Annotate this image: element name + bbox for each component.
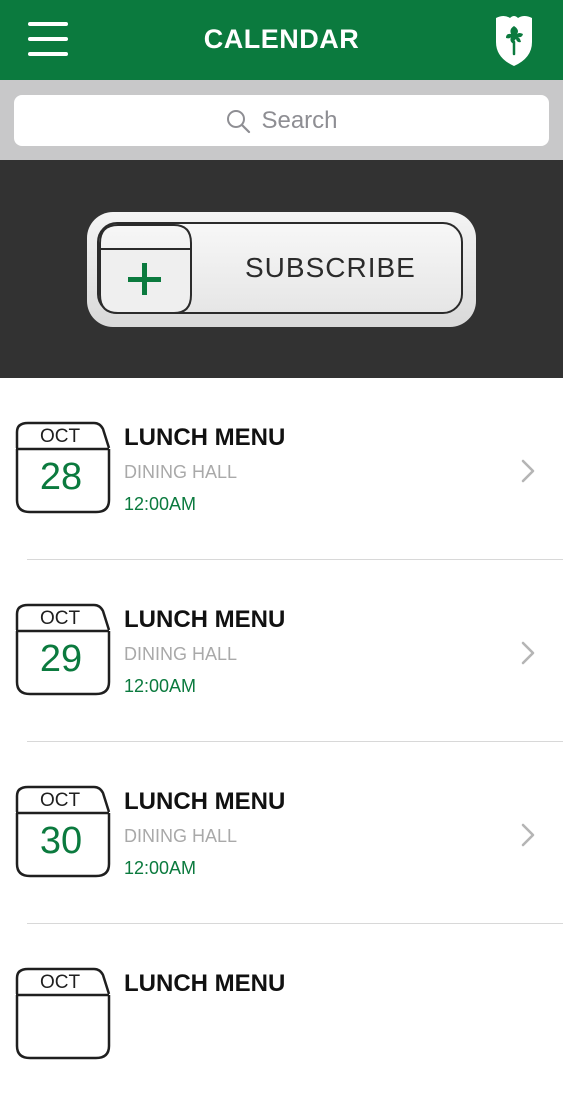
event-time: 12:00AM: [124, 676, 197, 696]
page-title: CALENDAR: [203, 24, 360, 54]
search-inner: Search: [14, 95, 549, 146]
event-location: DINING HALL: [124, 644, 238, 664]
search-input[interactable]: Search: [14, 95, 549, 146]
calendar-icon: OCT 30: [14, 784, 112, 880]
search-placeholder: Search: [261, 106, 338, 134]
event-day: 28: [39, 456, 83, 498]
event-day: 30: [39, 820, 83, 862]
search-icon: [227, 109, 251, 133]
event-item[interactable]: OCT 29 LUNCH MENU DINING HALL 12:00AM: [0, 560, 563, 742]
subscribe-banner: SUBSCRIBE: [0, 160, 563, 378]
plus-icon: [99, 224, 192, 314]
oak-leaf-shield-logo[interactable]: [490, 12, 538, 68]
search-bar: Search: [0, 80, 563, 160]
event-month: OCT: [39, 426, 81, 447]
event-title: LUNCH MENU: [124, 424, 286, 451]
event-title: LUNCH MENU: [124, 788, 286, 815]
events-list: OCT 28 LUNCH MENU DINING HALL 12:00AM OC…: [0, 378, 563, 1106]
event-title: LUNCH MENU: [124, 606, 286, 633]
calendar-icon: OCT: [14, 966, 112, 1062]
chevron-right-icon: [521, 459, 535, 483]
chevron-right-icon: [521, 823, 535, 847]
event-time: 12:00AM: [124, 858, 197, 878]
event-item[interactable]: OCT 28 LUNCH MENU DINING HALL 12:00AM: [0, 378, 563, 560]
event-month: OCT: [39, 790, 81, 811]
event-month: OCT: [39, 972, 81, 993]
event-title: LUNCH MENU: [124, 970, 286, 997]
event-month: OCT: [39, 608, 81, 629]
event-item[interactable]: OCT LUNCH MENU: [0, 924, 563, 1106]
event-item[interactable]: OCT 30 LUNCH MENU DINING HALL 12:00AM: [0, 742, 563, 924]
subscribe-button-inner: SUBSCRIBE: [97, 222, 463, 314]
event-day: 29: [39, 638, 83, 680]
event-time: 12:00AM: [124, 494, 197, 514]
calendar-icon: OCT 28: [14, 420, 112, 516]
app-header: CALENDAR: [0, 0, 563, 80]
calendar-icon: OCT 29: [14, 602, 112, 698]
chevron-right-icon: [521, 641, 535, 665]
event-location: DINING HALL: [124, 462, 238, 482]
event-location: DINING HALL: [124, 826, 238, 846]
subscribe-button[interactable]: SUBSCRIBE: [87, 212, 476, 327]
subscribe-label: SUBSCRIBE: [245, 252, 416, 283]
